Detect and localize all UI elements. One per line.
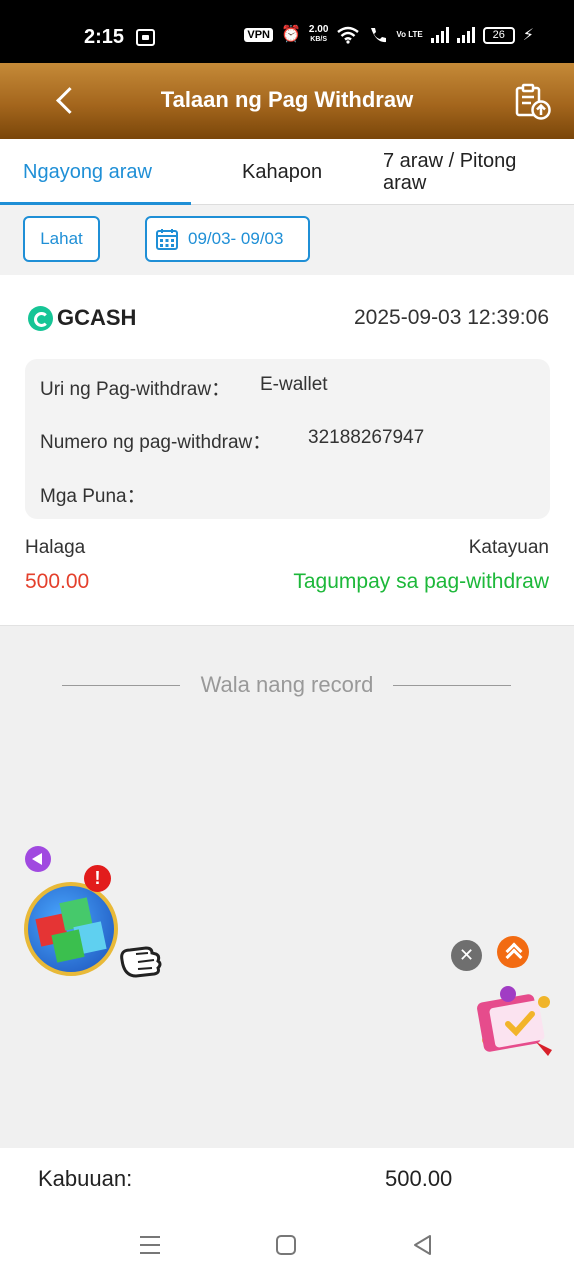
gcash-logo-icon bbox=[28, 306, 53, 331]
charging-icon: ⚡ bbox=[522, 27, 534, 44]
battery-icon: 26 bbox=[482, 26, 515, 44]
withdraw-type-row: Uri ng Pag-withdraw： E-wallet bbox=[40, 374, 328, 401]
signal-icon-sim1 bbox=[430, 27, 449, 43]
status-time: 2:15 bbox=[84, 26, 125, 48]
network-speed-unit: KB/S bbox=[310, 36, 328, 43]
amount-value: 500.00 bbox=[25, 570, 90, 593]
vpn-badge: VPN bbox=[244, 28, 273, 42]
close-icon[interactable]: ✕ bbox=[451, 940, 482, 971]
status-bar: 2:15 VPN ⏰ 2.00 KB/S Vo LTE 26 ⚡ bbox=[0, 0, 574, 63]
network-speed-value: 2.00 bbox=[308, 24, 329, 35]
withdraw-type-value: E-wallet bbox=[260, 374, 328, 395]
withdraw-number-value: 32188267947 bbox=[308, 427, 425, 448]
record-datetime: 2025-09-03 12:39:06 bbox=[354, 306, 549, 329]
amount-label: Halaga bbox=[25, 537, 86, 558]
status-value: Tagumpay sa pag-withdraw bbox=[293, 570, 549, 593]
date-range-label: 09/03- 09/03 bbox=[188, 229, 284, 248]
total-value: 500.00 bbox=[385, 1166, 453, 1191]
status-label: Katayuan bbox=[468, 537, 549, 558]
date-tabs: Ngayong araw Kahapon 7 araw / Pitong ara… bbox=[0, 139, 574, 205]
record-details: Uri ng Pag-withdraw： E-wallet Numero ng … bbox=[25, 359, 550, 519]
calendar-icon bbox=[156, 229, 178, 250]
wifi-calling-icon bbox=[371, 28, 387, 43]
divider-right bbox=[393, 685, 511, 686]
back-triangle-icon[interactable] bbox=[410, 1232, 436, 1258]
home-icon[interactable] bbox=[273, 1232, 299, 1258]
clipboard-upload-icon[interactable] bbox=[514, 83, 552, 121]
double-chevron-up-icon[interactable] bbox=[497, 936, 529, 968]
volte-label: Vo LTE bbox=[396, 30, 423, 39]
collapse-arrow-icon[interactable] bbox=[25, 846, 51, 872]
game-widget-icon[interactable] bbox=[24, 882, 118, 976]
total-bar: Kabuuan: 500.00 bbox=[0, 1148, 574, 1210]
tab-today[interactable]: Ngayong araw bbox=[23, 139, 152, 205]
task-gift-box-icon[interactable] bbox=[474, 980, 558, 1058]
system-nav-bar bbox=[0, 1210, 574, 1280]
alert-badge-icon: ! bbox=[84, 865, 111, 892]
pointing-hand-icon bbox=[120, 946, 162, 978]
signal-icon-sim2 bbox=[456, 27, 475, 43]
tab-seven-days[interactable]: 7 araw / Pitong araw bbox=[383, 139, 553, 205]
menu-icon[interactable] bbox=[137, 1232, 163, 1258]
tab-yesterday[interactable]: Kahapon bbox=[242, 139, 322, 205]
network-speed: 2.00 KB/S bbox=[309, 25, 328, 45]
alarm-icon: ⏰ bbox=[281, 26, 301, 43]
provider-name: GCASH bbox=[57, 305, 137, 330]
total-label: Kabuuan: bbox=[38, 1166, 133, 1191]
date-range-button[interactable]: 09/03- 09/03 bbox=[145, 216, 310, 262]
remarks-row: Mga Puna： bbox=[40, 481, 146, 508]
status-icons: VPN ⏰ 2.00 KB/S Vo LTE 26 ⚡ bbox=[244, 25, 534, 45]
withdraw-type-label: Uri ng Pag-withdraw： bbox=[40, 379, 231, 400]
withdraw-number-label: Numero ng pag-withdraw： bbox=[40, 432, 272, 453]
filter-all-button[interactable]: Lahat bbox=[23, 216, 100, 262]
filter-bar: Lahat 09/03- 09/03 bbox=[0, 205, 574, 275]
withdraw-record-card[interactable]: GCASH 2025-09-03 12:39:06 Uri ng Pag-wit… bbox=[0, 275, 574, 626]
page-title: Talaan ng Pag Withdraw bbox=[160, 87, 414, 112]
app-header: Talaan ng Pag Withdraw bbox=[0, 63, 574, 139]
remarks-label: Mga Puna： bbox=[40, 486, 146, 507]
notification-icon bbox=[136, 29, 155, 46]
wifi-icon bbox=[337, 26, 360, 44]
withdraw-number-row: Numero ng pag-withdraw： 32188267947 bbox=[40, 427, 424, 454]
